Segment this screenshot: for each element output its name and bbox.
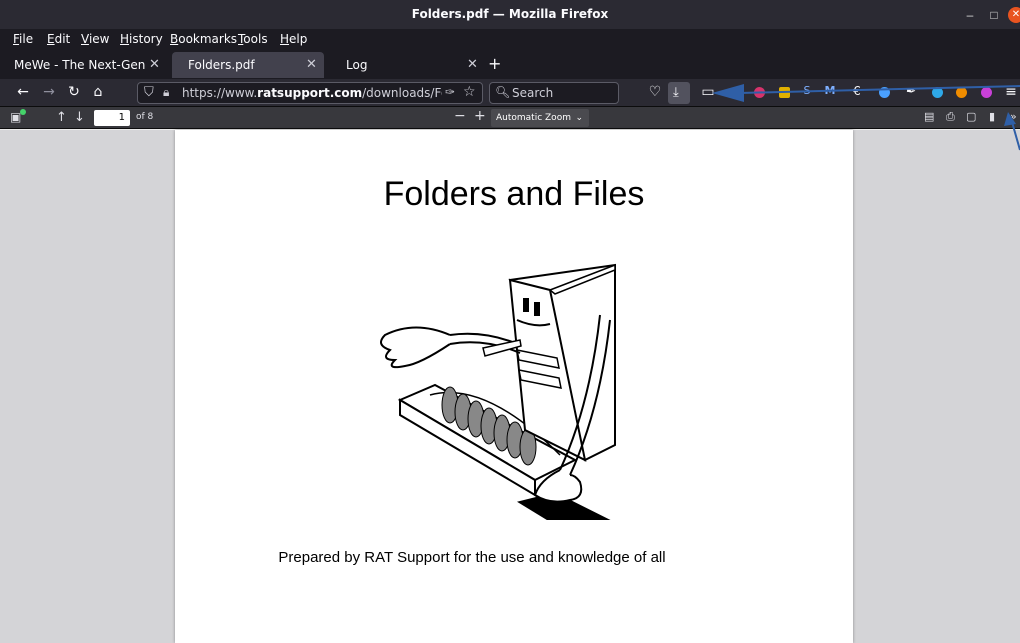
tab-label: MeWe - The Next-Gen Social bbox=[14, 58, 150, 72]
zoom-in-icon[interactable]: + bbox=[474, 108, 486, 124]
document-caption: Prepared by RAT Support for the use and … bbox=[278, 549, 666, 566]
computer-clipart-image bbox=[380, 263, 616, 520]
forward-icon[interactable]: → bbox=[40, 84, 58, 100]
downloads-button[interactable]: ⤓ bbox=[668, 82, 690, 104]
tab-mewe[interactable]: MeWe - The Next-Gen Social ✕ bbox=[0, 52, 172, 78]
menu-bar: File Edit View History Bookmarks Tools H… bbox=[0, 29, 1020, 49]
menu-edit[interactable]: Edit bbox=[47, 32, 70, 46]
close-tab-icon[interactable]: ✕ bbox=[467, 57, 478, 72]
pdf-toolbar: ▣ ↑ ↓ 1 of 8 − + Automatic Zoom ⌄ ▤ ⎙ ▢ … bbox=[0, 107, 1020, 129]
tab-label: Log bbox=[346, 58, 368, 72]
previous-page-icon[interactable]: ↑ bbox=[56, 110, 67, 125]
menu-history[interactable]: History bbox=[120, 32, 163, 46]
menu-file[interactable]: File bbox=[13, 32, 33, 46]
document-title: Folders and Files bbox=[383, 175, 645, 213]
maximize-icon[interactable]: □ bbox=[986, 7, 1002, 23]
close-tab-icon[interactable]: ✕ bbox=[149, 57, 160, 72]
bookmark-star-icon[interactable]: ☆ bbox=[463, 84, 476, 100]
close-window-icon[interactable]: ✕ bbox=[1008, 7, 1020, 23]
search-icon: 🔍︎ bbox=[495, 85, 511, 99]
tools-menu-icon[interactable]: » bbox=[1010, 110, 1017, 123]
extension-g-icon[interactable] bbox=[956, 87, 967, 98]
extension-chat-icon[interactable] bbox=[879, 87, 890, 98]
pdf-page: Folders and Files Prepared by RAT Suppor… bbox=[175, 130, 853, 643]
lock-icon[interactable]: 🔒︎ bbox=[163, 85, 169, 100]
page-count: of 8 bbox=[136, 112, 154, 122]
navigation-toolbar: ← → ↻ ⌂ ⛉ 🔒︎ https://www.ratsupport.com/… bbox=[0, 79, 1020, 107]
extension-grid-icon[interactable] bbox=[779, 87, 790, 98]
zoom-out-icon[interactable]: − bbox=[454, 108, 466, 124]
pocket-icon[interactable]: ♡ bbox=[646, 84, 664, 100]
chevron-down-icon: ⌄ bbox=[575, 113, 583, 123]
permissions-icon[interactable]: ✑ bbox=[445, 85, 455, 99]
extension-cloud-icon[interactable] bbox=[932, 87, 943, 98]
url-text[interactable]: https://www.ratsupport.com/downloads/Fol… bbox=[182, 86, 442, 100]
print-icon[interactable]: ⎙ bbox=[946, 110, 955, 124]
hamburger-menu-icon[interactable]: ≡ bbox=[1002, 84, 1020, 100]
extension-e-icon[interactable]: € bbox=[848, 84, 866, 98]
search-placeholder: Search bbox=[512, 86, 554, 100]
page-number-input[interactable]: 1 bbox=[94, 110, 130, 126]
pdf-viewer[interactable]: Folders and Files Prepared by RAT Suppor… bbox=[0, 130, 1020, 643]
tab-strip: MeWe - The Next-Gen Social ✕ Folders.pdf… bbox=[0, 49, 1020, 79]
menu-view[interactable]: View bbox=[81, 32, 109, 46]
close-tab-icon[interactable]: ✕ bbox=[306, 57, 317, 72]
tracking-shield-icon[interactable]: ⛉ bbox=[144, 85, 154, 100]
extension-icon[interactable] bbox=[754, 87, 765, 98]
next-page-icon[interactable]: ↓ bbox=[74, 110, 85, 125]
tab-folders-pdf[interactable]: Folders.pdf ✕ bbox=[172, 52, 324, 78]
menu-bookmarks[interactable]: Bookmarks bbox=[170, 32, 237, 46]
search-input[interactable]: 🔍︎ Search bbox=[489, 82, 619, 104]
eyedropper-icon[interactable]: ✒ bbox=[902, 84, 920, 98]
menu-help[interactable]: Help bbox=[280, 32, 307, 46]
minimize-icon[interactable]: – bbox=[962, 7, 978, 23]
save-icon[interactable]: ▢ bbox=[966, 110, 976, 123]
back-icon[interactable]: ← bbox=[14, 84, 32, 100]
zoom-value: Automatic Zoom bbox=[496, 113, 571, 123]
extension-flower-icon[interactable] bbox=[981, 87, 992, 98]
new-tab-icon[interactable]: + bbox=[488, 54, 501, 73]
title-bar: Folders.pdf — Mozilla Firefox – □ ✕ bbox=[0, 0, 1020, 29]
url-bar[interactable]: ⛉ 🔒︎ https://www.ratsupport.com/download… bbox=[137, 82, 483, 104]
window-title: Folders.pdf — Mozilla Firefox bbox=[411, 7, 609, 21]
extension-s-icon[interactable]: S bbox=[798, 84, 816, 97]
menu-tools[interactable]: Tools bbox=[238, 32, 268, 46]
reload-icon[interactable]: ↻ bbox=[65, 84, 83, 100]
tab-label: Folders.pdf bbox=[188, 58, 255, 72]
notification-dot-icon bbox=[20, 109, 26, 115]
zoom-select[interactable]: Automatic Zoom ⌄ bbox=[491, 109, 589, 127]
bookmark-icon[interactable]: ▮ bbox=[989, 110, 995, 123]
tab-log[interactable]: Log ✕ bbox=[330, 52, 480, 78]
home-icon[interactable]: ⌂ bbox=[89, 84, 107, 100]
presentation-mode-icon[interactable]: ▤ bbox=[924, 110, 934, 123]
download-icon: ⤓ bbox=[673, 84, 679, 99]
extension-m-icon[interactable]: M bbox=[821, 84, 839, 97]
sidebar-icon[interactable]: ▭ bbox=[699, 84, 717, 100]
